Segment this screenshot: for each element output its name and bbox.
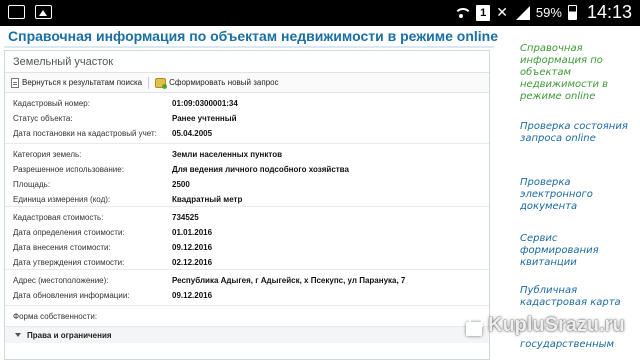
field-label: Кадастровый номер:	[13, 99, 90, 108]
field-value: Квадратный метр	[172, 195, 243, 204]
no-signal-icon: ✕	[496, 4, 508, 20]
field-value: Земли населенных пунктов	[172, 150, 283, 159]
info-row: Кадастровая стоимость: 734525	[5, 210, 489, 225]
land-plot-panel: Земельный участок Вернуться к результата…	[4, 50, 490, 360]
info-group-ownership: Форма собственности:	[5, 306, 489, 327]
info-row: Форма собственности:	[5, 309, 489, 324]
field-label: Дата постановки на кадастровый учет:	[13, 129, 157, 138]
field-label: Дата внесения стоимости:	[13, 243, 111, 252]
field-value: 09.12.2016	[172, 291, 213, 300]
field-label: Дата утверждения стоимости:	[13, 258, 125, 267]
field-value: 02.12.2016	[172, 258, 213, 267]
battery-icon	[567, 5, 577, 20]
clock: 14:13	[586, 2, 632, 22]
field-value: 01:09:0300001:34	[172, 99, 238, 108]
field-label: Адрес (местоположение):	[13, 276, 109, 285]
shopping-bag-icon	[463, 314, 485, 338]
info-row: Дата внесения стоимости: 09.12.2016	[5, 240, 489, 255]
field-value: Республика Адыгея, г Адыгейск, х Псекупс…	[172, 276, 406, 285]
field-label: Категория земель:	[13, 150, 82, 159]
field-label: Статус объекта:	[13, 114, 73, 123]
info-row: Единица измерения (код): Квадратный метр	[5, 192, 489, 207]
field-value: 01.01.2016	[172, 228, 213, 237]
info-group-registration: Кадастровый номер: 01:09:0300001:34 Стату…	[5, 93, 489, 144]
mail-icon	[8, 5, 25, 19]
rights-section-label: Права и ограничения	[27, 330, 112, 340]
field-value: 2500	[172, 180, 190, 189]
info-row: Дата обновления информации: 09.12.2016	[5, 288, 489, 303]
field-label: Форма собственности:	[13, 312, 98, 321]
sidebar-link-document-check[interactable]: Проверка электронного документа	[520, 177, 638, 213]
field-label: Площадь:	[13, 180, 51, 189]
field-label: Разрешенное использование:	[13, 165, 124, 174]
new-request-label: Сформировать новый запрос	[169, 78, 279, 87]
rights-section-toggle[interactable]: Права и ограничения	[5, 327, 489, 343]
field-value: 734525	[172, 213, 199, 222]
sidebar-link-state[interactable]: государственным	[520, 339, 638, 351]
sim-badge-icon: 1	[476, 4, 491, 21]
info-row: Дата постановки на кадастровый учет: 05.0…	[5, 126, 489, 141]
field-value: Ранее учтенный	[172, 114, 237, 123]
sidebar-link-cadastral-map[interactable]: Публичная кадастровая карта	[520, 285, 638, 309]
wifi-icon	[452, 6, 473, 20]
field-value: 05.04.2005	[172, 129, 213, 138]
info-row: Площадь: 2500	[5, 177, 489, 192]
info-row: Дата определения стоимости: 01.01.2016	[5, 225, 489, 240]
info-group-cost: Кадастровая стоимость: 734525 Дата опреде…	[5, 207, 489, 270]
image-icon	[35, 5, 52, 19]
sidebar-link-receipt-service[interactable]: Сервис формирования квитанции	[520, 233, 638, 269]
battery-percent: 59%	[535, 5, 562, 20]
info-row: Статус объекта: Ранее учтенный	[5, 111, 489, 126]
back-to-results-label: Вернуться к результатам поиска	[22, 78, 143, 87]
toolbar-separator	[148, 76, 150, 89]
field-value: 09.12.2016	[172, 243, 213, 252]
info-group-address: Адрес (местоположение): Республика Адыгея…	[5, 270, 489, 306]
title-divider	[4, 46, 494, 48]
info-group-land: Категория земель: Земли населенных пункто…	[5, 144, 489, 207]
info-row: Разрешенное использование: Для ведения ли…	[5, 162, 489, 177]
info-row: Категория земель: Земли населенных пункто…	[5, 147, 489, 162]
back-to-results-button[interactable]: Вернуться к результатам поиска	[11, 77, 148, 88]
panel-header: Земельный участок	[5, 51, 489, 73]
signal-icon	[514, 5, 530, 20]
new-request-icon	[155, 77, 168, 89]
status-bar: 1 ✕ 59% 14:13	[0, 0, 640, 26]
info-row: Кадастровый номер: 01:09:0300001:34	[5, 96, 489, 111]
sidebar-link-reference-info[interactable]: Справочная информация по объектам недвиж…	[520, 43, 638, 103]
sidebar-link-request-status[interactable]: Проверка состояния запроса online	[520, 121, 638, 145]
expand-triangle-icon	[15, 333, 21, 337]
watermark: KupluSrazu.ru	[488, 314, 625, 336]
field-label: Кадастровая стоимость:	[13, 213, 104, 222]
info-row: Дата утверждения стоимости: 02.12.2016	[5, 255, 489, 270]
field-label: Единица измерения (код):	[13, 195, 111, 204]
document-icon	[11, 77, 19, 88]
field-label: Дата обновления информации:	[13, 291, 130, 300]
new-request-button[interactable]: Сформировать новый запрос	[155, 77, 285, 89]
field-value: Для ведения личного подсобного хозяйства	[172, 165, 349, 174]
page-title: Справочная информация по объектам недвиж…	[8, 28, 499, 44]
field-label: Дата определения стоимости:	[13, 228, 125, 237]
info-row: Адрес (местоположение): Республика Адыгея…	[5, 273, 489, 288]
toolbar: Вернуться к результатам поиска Сформиров…	[5, 73, 489, 93]
sidebar: Справочная информация по объектам недвиж…	[498, 26, 640, 360]
